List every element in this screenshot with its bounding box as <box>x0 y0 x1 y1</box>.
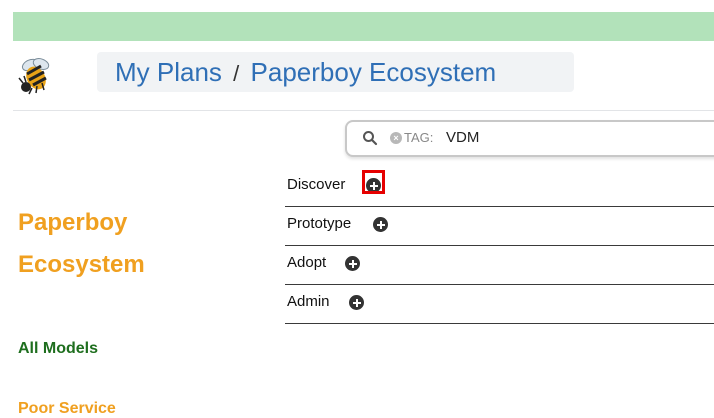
stage-row-admin: Admin <box>285 285 714 324</box>
stage-list: Discover Prototype Adopt Admin <box>285 168 714 324</box>
nav-poor-service[interactable]: Poor Service <box>18 400 116 418</box>
tag-remove-icon[interactable]: × <box>390 132 402 144</box>
stage-label-discover: Discover <box>287 176 346 193</box>
stage-row-discover: Discover <box>285 168 714 207</box>
search-icon[interactable] <box>362 130 378 146</box>
breadcrumb-my-plans[interactable]: My Plans <box>115 57 222 87</box>
breadcrumb: My Plans / Paperboy Ecosystem <box>115 55 496 89</box>
plan-title-line2: Ecosystem <box>18 251 145 278</box>
stage-row-adopt: Adopt <box>285 246 714 285</box>
add-prototype-plus-icon[interactable] <box>373 217 388 232</box>
breadcrumb-separator: / <box>233 61 240 86</box>
search-input[interactable]: × TAG: VDM <box>345 120 714 157</box>
add-adopt-plus-icon[interactable] <box>345 256 360 271</box>
bee-logo-icon[interactable] <box>14 52 58 96</box>
tag-key: TAG: <box>404 130 434 145</box>
plan-title-line1: Paperboy <box>18 209 128 236</box>
plan-title: Paperboy Ecosystem <box>18 202 258 286</box>
breadcrumb-paperboy-ecosystem[interactable]: Paperboy Ecosystem <box>251 57 497 87</box>
stage-label-prototype: Prototype <box>287 215 352 232</box>
stage-label-admin: Admin <box>287 293 330 310</box>
stage-label-adopt: Adopt <box>287 254 327 271</box>
stage-row-prototype: Prototype <box>285 207 714 246</box>
nav-all-models[interactable]: All Models <box>18 340 98 358</box>
highlight-box <box>362 170 385 194</box>
header-divider <box>13 110 714 111</box>
top-bar <box>13 12 714 41</box>
add-admin-plus-icon[interactable] <box>349 295 364 310</box>
tag-value: VDM <box>446 129 480 146</box>
